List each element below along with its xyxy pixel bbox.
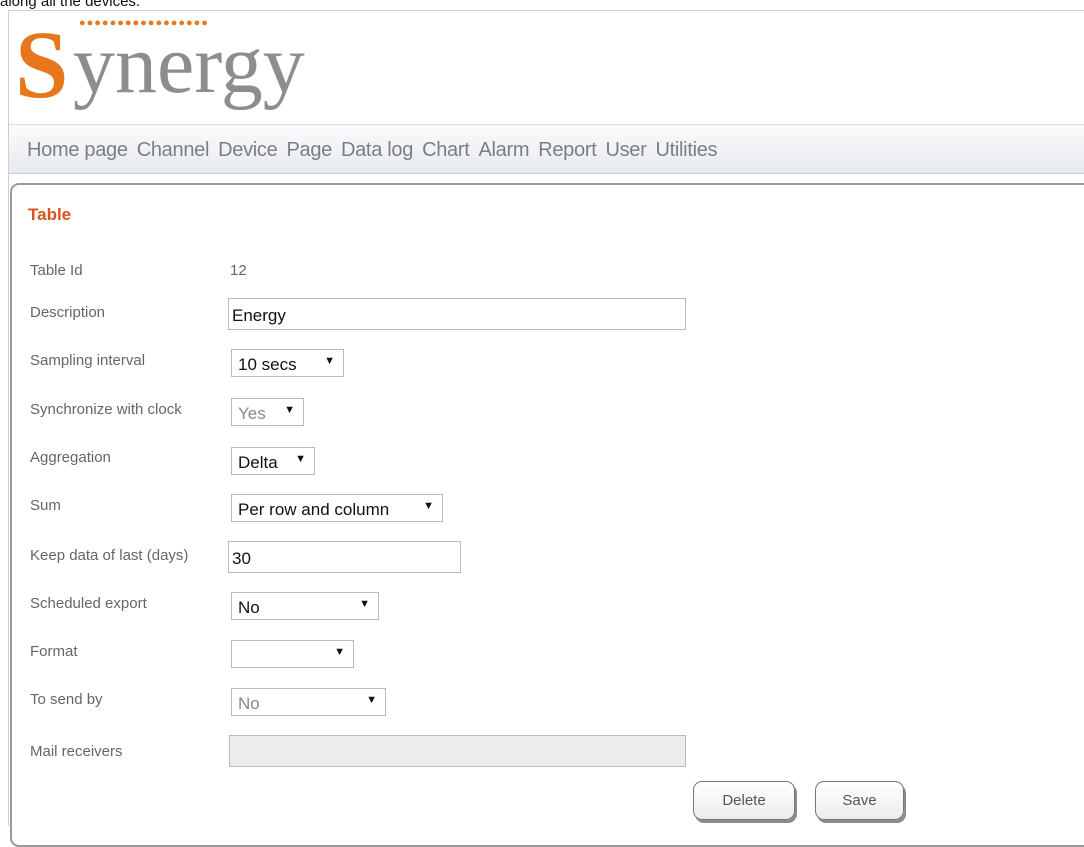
synchronize-select[interactable]: Yes ▼ bbox=[231, 398, 304, 426]
format-select[interactable]: ▼ bbox=[231, 640, 354, 668]
sampling-interval-select[interactable]: 10 secs ▼ bbox=[231, 349, 344, 377]
scheduled-export-value: No bbox=[238, 598, 260, 617]
sum-label: Sum bbox=[30, 497, 61, 514]
nav-menu: Home page Channel Device Page Data log C… bbox=[27, 139, 726, 162]
send-by-label: To send by bbox=[30, 691, 103, 708]
scheduled-export-label: Scheduled export bbox=[30, 595, 147, 612]
chevron-down-icon: ▼ bbox=[423, 500, 434, 512]
delete-button[interactable]: Delete bbox=[693, 781, 795, 820]
sampling-interval-value: 10 secs bbox=[238, 355, 297, 374]
aggregation-label: Aggregation bbox=[30, 449, 111, 466]
chevron-down-icon: ▼ bbox=[324, 355, 335, 367]
description-label: Description bbox=[30, 304, 106, 321]
logo-letter-s: S bbox=[15, 11, 69, 118]
form-title: Table bbox=[28, 205, 72, 224]
nav-item-device[interactable]: Device bbox=[218, 139, 278, 162]
nav-item-chart[interactable]: Chart bbox=[422, 139, 470, 162]
aggregation-value: Delta bbox=[238, 453, 278, 472]
table-id-label: Table Id bbox=[30, 262, 83, 279]
nav-item-channel[interactable]: Channel bbox=[137, 139, 210, 162]
sum-select[interactable]: Per row and column ▼ bbox=[231, 494, 443, 522]
synchronize-value: Yes bbox=[238, 404, 266, 423]
synergy-logo: ●●●●●●●●●●●●●●●●● S ynergy bbox=[15, 11, 335, 118]
nav-item-data-log[interactable]: Data log bbox=[341, 139, 413, 162]
send-by-value: No bbox=[238, 694, 260, 713]
nav-item-home-page[interactable]: Home page bbox=[27, 139, 128, 162]
chevron-down-icon: ▼ bbox=[366, 694, 377, 706]
scheduled-export-select[interactable]: No ▼ bbox=[231, 592, 379, 620]
mail-receivers-input[interactable] bbox=[229, 735, 686, 767]
format-label: Format bbox=[30, 643, 78, 660]
chevron-down-icon: ▼ bbox=[295, 453, 306, 465]
keep-data-label: Keep data of last (days) bbox=[30, 547, 189, 564]
nav-item-user[interactable]: User bbox=[605, 139, 646, 162]
nav-item-alarm[interactable]: Alarm bbox=[478, 139, 529, 162]
chevron-down-icon: ▼ bbox=[359, 598, 370, 610]
sampling-interval-label: Sampling interval bbox=[30, 352, 146, 369]
aggregation-select[interactable]: Delta ▼ bbox=[231, 447, 315, 475]
keep-data-input[interactable]: 30 bbox=[228, 541, 461, 573]
main-nav-bar: Home page Channel Device Page Data log C… bbox=[9, 124, 1084, 174]
description-input[interactable]: Energy bbox=[228, 298, 686, 330]
mail-receivers-label: Mail receivers bbox=[30, 743, 123, 760]
nav-item-utilities[interactable]: Utilities bbox=[655, 139, 717, 162]
table-id-value: 12 bbox=[230, 262, 247, 279]
chevron-down-icon: ▼ bbox=[284, 404, 295, 416]
nav-item-report[interactable]: Report bbox=[538, 139, 597, 162]
send-by-select[interactable]: No ▼ bbox=[231, 688, 386, 716]
chevron-down-icon: ▼ bbox=[334, 646, 345, 658]
sum-value: Per row and column bbox=[238, 500, 390, 519]
save-button[interactable]: Save bbox=[815, 781, 904, 820]
caption-text: along all the devices. bbox=[0, 0, 141, 10]
logo-wordmark: ynergy bbox=[73, 18, 305, 111]
synchronize-label: Synchronize with clock bbox=[30, 401, 182, 418]
nav-item-page[interactable]: Page bbox=[286, 139, 332, 162]
